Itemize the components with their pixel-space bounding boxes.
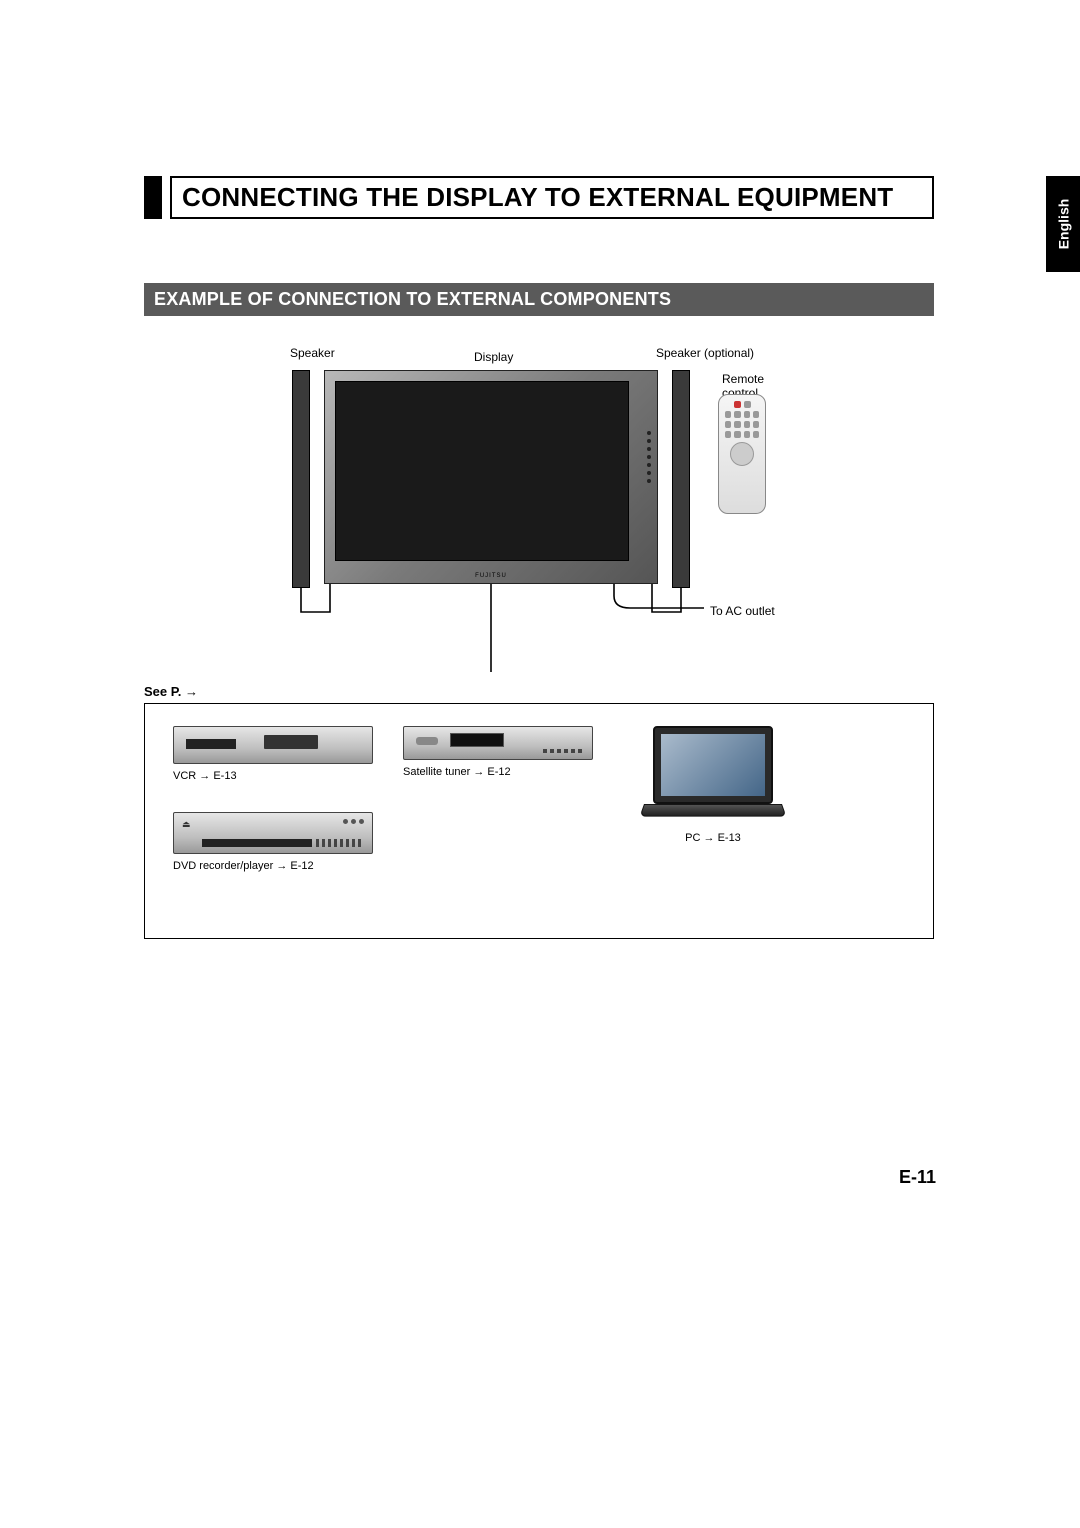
- vcr-device: VCR → E-13: [173, 726, 373, 782]
- display-controls: [647, 431, 651, 521]
- satellite-label: Satellite tuner → E-12: [403, 766, 593, 778]
- satellite-icon: [403, 726, 593, 760]
- display-screen: [335, 381, 629, 561]
- label-ac-outlet: To AC outlet: [710, 604, 775, 618]
- language-label: English: [1055, 199, 1071, 250]
- vcr-label: VCR → E-13: [173, 770, 373, 782]
- satellite-tuner-device: Satellite tuner → E-12: [403, 726, 593, 778]
- dvd-label: DVD recorder/player → E-12: [173, 860, 373, 872]
- page-title: CONNECTING THE DISPLAY TO EXTERNAL EQUIP…: [170, 176, 934, 219]
- see-page-label: See P. →: [144, 684, 934, 699]
- section-subheading: EXAMPLE OF CONNECTION TO EXTERNAL COMPON…: [144, 283, 934, 316]
- label-speaker: Speaker: [290, 346, 335, 360]
- language-tab: English: [1046, 176, 1080, 272]
- dvd-icon: ⏏: [173, 812, 373, 854]
- dvd-device: ⏏ DVD recorder/player → E-12: [173, 812, 373, 872]
- pc-label: PC → E-13: [643, 832, 783, 844]
- connection-diagram: Speaker Display Speaker (optional) Remot…: [144, 336, 934, 676]
- display-icon: FUJITSU: [324, 370, 658, 584]
- page-number: E-11: [899, 1167, 936, 1188]
- label-display: Display: [474, 350, 513, 364]
- label-speaker-optional: Speaker (optional): [656, 346, 754, 360]
- speaker-left-icon: [292, 370, 310, 588]
- page-content: CONNECTING THE DISPLAY TO EXTERNAL EQUIP…: [144, 176, 934, 939]
- title-row: CONNECTING THE DISPLAY TO EXTERNAL EQUIP…: [144, 176, 934, 219]
- title-accent-bar: [144, 176, 162, 219]
- remote-control-icon: [718, 394, 766, 514]
- laptop-icon: [653, 726, 773, 804]
- speaker-right-icon: [672, 370, 690, 588]
- vcr-icon: [173, 726, 373, 764]
- external-devices-box: VCR → E-13 Satellite tuner → E-12 ⏏ DVD …: [144, 703, 934, 939]
- display-brand-label: FUJITSU: [475, 573, 507, 579]
- pc-device: PC → E-13: [643, 726, 783, 844]
